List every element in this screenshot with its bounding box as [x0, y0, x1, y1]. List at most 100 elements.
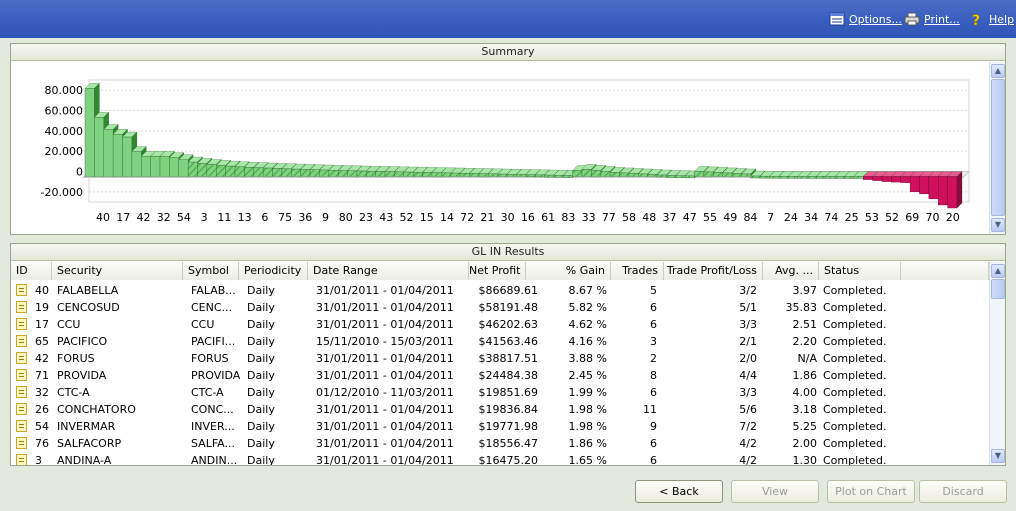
chart-bar — [919, 176, 930, 194]
x-tick-label: 11 — [217, 211, 231, 224]
chart-bar — [394, 171, 404, 177]
cell-security: CTC-A — [57, 386, 90, 399]
cell-trades: 6 — [650, 454, 657, 465]
cell-net-profit: $16475.20 — [478, 454, 539, 465]
cell-periodicity: Daily — [247, 301, 275, 314]
x-tick-label: 9 — [322, 211, 329, 224]
cell-avg: 3.18 — [792, 403, 818, 416]
cell-net-profit: $19851.69 — [478, 386, 539, 399]
chart-bar — [947, 176, 958, 209]
plot-on-chart-button[interactable]: Plot on Chart — [827, 480, 915, 503]
column-header-trades[interactable]: Trades — [611, 262, 664, 280]
column-header-trade-profit-loss[interactable]: Trade Profit/Loss — [664, 262, 763, 280]
x-tick-label: 17 — [116, 211, 130, 224]
chart-bar — [647, 174, 658, 177]
chart-bar — [187, 161, 198, 177]
column-header-filler — [901, 262, 989, 280]
result-row-icon — [16, 437, 27, 449]
chart-bar — [675, 175, 686, 178]
chart-bar — [891, 176, 901, 183]
column-header-status[interactable]: Status — [819, 262, 901, 280]
scroll-up-icon[interactable]: ▲ — [991, 64, 1005, 78]
column-header-date-range[interactable]: Date Range — [308, 262, 469, 280]
table-row[interactable]: 42 FORUS FORUS Daily 31/01/2011 - 01/04/2011… — [11, 350, 989, 367]
table-row[interactable]: 54 INVERMAR INVER... Daily 31/01/2011 - 01/0… — [11, 418, 989, 435]
x-tick-label: 77 — [602, 211, 616, 224]
cell-trades: 6 — [650, 318, 657, 331]
cell-symbol: ANDIN... — [191, 454, 238, 465]
scroll-thumb[interactable] — [991, 79, 1005, 216]
options-menu[interactable]: Options... — [829, 12, 902, 26]
chart-bar — [150, 156, 161, 177]
cell-date-range: 31/01/2011 - 01/04/2011 — [316, 454, 454, 465]
scroll-down-icon[interactable]: ▼ — [991, 449, 1005, 463]
cell-periodicity: Daily — [247, 386, 275, 399]
scroll-thumb[interactable] — [991, 279, 1005, 299]
summary-scrollbar[interactable]: ▲ ▼ — [989, 62, 1005, 234]
cell-avg: 1.86 — [792, 369, 818, 382]
chart-bar — [881, 176, 892, 182]
chart-bar — [450, 172, 461, 177]
chart-bar — [478, 173, 489, 177]
cell-date-range: 31/01/2011 - 01/04/2011 — [316, 437, 454, 450]
cell-tpl: 5/1 — [739, 301, 757, 314]
cell-status: Completed. — [823, 403, 887, 416]
cell-tpl: 5/6 — [739, 403, 757, 416]
column-header-id[interactable]: ID — [11, 262, 52, 280]
result-row-icon — [16, 454, 27, 465]
cell-date-range: 31/01/2011 - 01/04/2011 — [316, 284, 454, 297]
cell-security: PROVIDA — [57, 369, 107, 382]
chart-bar — [281, 168, 292, 177]
cell-status: Completed. — [823, 420, 887, 433]
table-row[interactable]: 76 SALFACORP SALFA... Daily 31/01/2011 - 01/… — [11, 435, 989, 452]
cell-trades: 11 — [643, 403, 657, 416]
cell-periodicity: Daily — [247, 352, 275, 365]
chart-bar — [337, 170, 348, 177]
column-header-avg[interactable]: Avg. ... — [763, 262, 819, 280]
chart-bar — [759, 175, 770, 179]
cell-date-range: 01/12/2010 - 11/03/2011 — [316, 386, 454, 399]
table-row[interactable]: 65 PACIFICO PACIFI... Daily 15/11/2010 - 15/… — [11, 333, 989, 350]
cell-periodicity: Daily — [247, 403, 275, 416]
cell-avg: 3.97 — [792, 284, 818, 297]
table-row[interactable]: 71 PROVIDA PROVIDA Daily 31/01/2011 - 01/04/… — [11, 367, 989, 384]
discard-button[interactable]: Discard — [919, 480, 1007, 503]
chart-bar — [328, 170, 339, 177]
chart-bar — [553, 175, 564, 178]
view-button[interactable]: View — [731, 480, 819, 503]
cell-net-profit: $41563.46 — [478, 335, 539, 348]
results-scrollbar[interactable]: ▲ ▼ — [989, 262, 1005, 465]
cell-tpl: 3/3 — [739, 318, 757, 331]
chart-bar — [825, 176, 836, 179]
cell-trades: 6 — [650, 386, 657, 399]
table-row[interactable]: 26 CONCHATORO CONC... Daily 31/01/2011 - 01/… — [11, 401, 989, 418]
print-menu[interactable]: Print... — [904, 12, 960, 26]
table-row[interactable]: 3 ANDINA-A ANDIN... Daily 31/01/2011 - 01/04… — [11, 452, 989, 465]
table-row[interactable]: 19 CENCOSUD CENC... Daily 31/01/2011 - 01/04… — [11, 299, 989, 316]
scroll-up-icon[interactable]: ▲ — [991, 264, 1005, 278]
x-tick-label: 52 — [399, 211, 413, 224]
column-header-periodicity[interactable]: Periodicity — [239, 262, 308, 280]
column-header--gain[interactable]: % Gain — [526, 262, 611, 280]
chart-bar — [141, 156, 151, 177]
chart-bar — [788, 176, 798, 179]
table-row[interactable]: 32 CTC-A CTC-A Daily 01/12/2010 - 11/03/2011… — [11, 384, 989, 401]
x-tick-label: 3 — [201, 211, 208, 224]
help-menu[interactable]: ? Help — [969, 12, 1014, 27]
table-row[interactable]: 40 FALABELLA FALAB... Daily 31/01/2011 - 01/… — [11, 282, 989, 299]
table-row[interactable]: 17 CCU CCU Daily 31/01/2011 - 01/04/2011 $462… — [11, 316, 989, 333]
back-button[interactable]: < Back — [635, 480, 723, 503]
cell-status: Completed. — [823, 369, 887, 382]
column-header-security[interactable]: Security — [52, 262, 183, 280]
scroll-down-icon[interactable]: ▼ — [991, 218, 1005, 232]
x-tick-label: 40 — [96, 211, 110, 224]
cell-tpl: 3/3 — [739, 386, 757, 399]
cell-symbol: CCU — [191, 318, 215, 331]
chart-bar — [534, 174, 545, 178]
cell-gain: 3.88 % — [568, 352, 607, 365]
column-header-symbol[interactable]: Symbol — [183, 262, 239, 280]
x-tick-label: 70 — [926, 211, 940, 224]
cell-status: Completed. — [823, 454, 887, 465]
chart-bar-side — [956, 171, 963, 209]
column-header-net-profit[interactable]: Net Profit — [469, 262, 526, 280]
